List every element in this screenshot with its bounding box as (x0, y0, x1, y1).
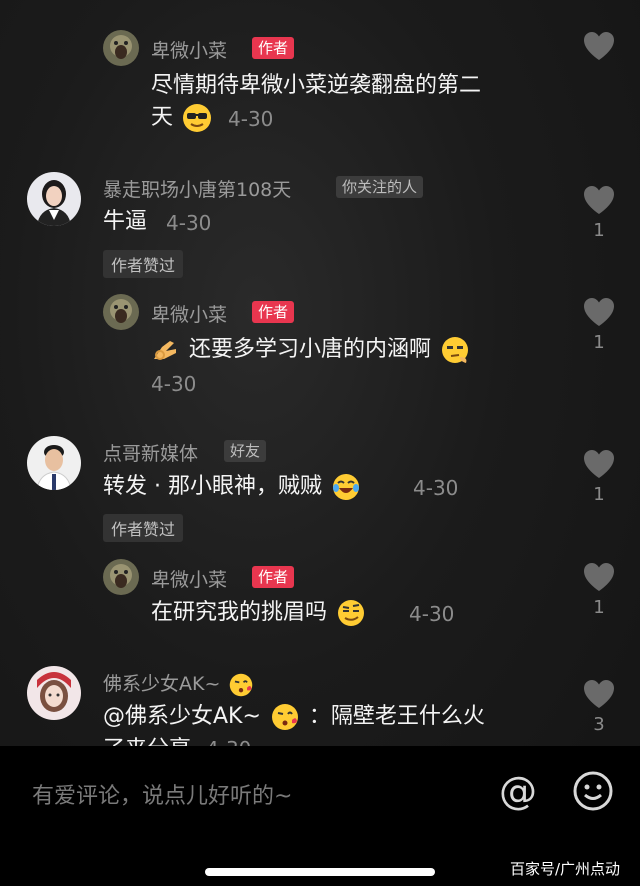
comment-date: 4-30 (228, 107, 274, 131)
mention-text[interactable]: @佛系少女AK~ (103, 704, 261, 729)
smile-icon[interactable] (572, 770, 614, 812)
comment-text-line: 天 (151, 105, 174, 130)
heart-icon[interactable] (582, 296, 616, 330)
username[interactable]: 点哥新媒体 (103, 439, 198, 466)
comment-date: 4-30 (151, 372, 197, 396)
comment-text-line: 了来分享 (103, 737, 191, 746)
comment-date: 4-30 (206, 737, 251, 746)
comment-input[interactable]: 有爱评论，说点儿好听的~ (32, 778, 292, 810)
avatar[interactable] (27, 666, 81, 720)
comment-text: 了来分享 4-30 (103, 733, 251, 746)
comment-text: 天 (151, 102, 214, 134)
avatar[interactable] (27, 172, 81, 226)
like-count: 1 (593, 220, 605, 241)
avatar[interactable] (27, 436, 81, 490)
thinking-emoji-icon (442, 337, 469, 363)
username-text: 佛系少女AK~ (103, 673, 221, 695)
username[interactable]: 卑微小菜 (151, 300, 227, 327)
comment-text: 还要多学习小唐的内涵啊 (148, 334, 472, 366)
laughing-tears-emoji-icon (332, 474, 359, 500)
author-liked-badge: 作者赞过 (103, 514, 184, 542)
heart-icon[interactable] (582, 561, 616, 595)
comment-date: 4-30 (166, 211, 212, 235)
like-count: 1 (593, 332, 605, 353)
comment-date: 4-30 (409, 602, 455, 626)
following-badge: 你关注的人 (336, 176, 424, 198)
avatar[interactable] (103, 30, 139, 66)
author-liked-badge: 作者赞过 (103, 250, 184, 278)
heart-icon[interactable] (582, 184, 616, 218)
at-icon[interactable]: @ (496, 770, 540, 814)
comment-list[interactable]: 卑微小菜 作者 尽情期待卑微小菜逆袭翻盘的第二 天 4-30 暴走职场小唐第10… (0, 0, 640, 746)
svg-text:@: @ (499, 770, 537, 813)
heart-icon[interactable] (582, 678, 616, 712)
cool-emoji-icon (183, 104, 212, 132)
avatar[interactable] (103, 559, 139, 595)
kiss-emoji-icon (230, 673, 253, 696)
comment-text-line: 转发 · 那小眼神，贼贼 (103, 474, 322, 499)
home-indicator[interactable] (205, 868, 435, 876)
author-badge: 作者 (252, 301, 295, 323)
comment-text-line: 还要多学习小唐的内涵啊 (189, 337, 432, 362)
author-badge: 作者 (252, 566, 295, 588)
comment-input-bar: 有爱评论，说点儿好听的~ @ 百家号/广州点动 (0, 746, 640, 886)
username[interactable]: 卑微小菜 (151, 565, 227, 592)
username[interactable]: 卑微小菜 (151, 36, 227, 63)
comment-text: 转发 · 那小眼神，贼贼 (103, 471, 363, 503)
kiss-emoji-icon (271, 704, 298, 730)
comment-text: 牛逼 (103, 209, 148, 234)
smirk-emoji-icon (338, 600, 365, 626)
comment-text-line: ：隔壁老王什么火 (308, 704, 485, 729)
ok-hand-emoji-icon (154, 341, 176, 360)
comment-text-line: 尽情期待卑微小菜逆袭翻盘的第二 (151, 73, 482, 98)
comment-date: 4-30 (413, 476, 459, 500)
watermark: 百家号/广州点动 (510, 860, 621, 878)
author-badge: 作者 (252, 37, 295, 59)
heart-icon[interactable] (582, 448, 616, 482)
comment-text: 在研究我的挑眉吗 (151, 597, 368, 629)
username[interactable]: 暴走职场小唐第108天 (103, 175, 291, 202)
like-count: 1 (593, 484, 605, 505)
like-count: 3 (593, 714, 605, 735)
like-count: 1 (593, 597, 605, 618)
avatar[interactable] (103, 294, 139, 330)
heart-icon[interactable] (582, 30, 616, 64)
comment-text: @佛系少女AK~ ：隔壁老王什么火 (103, 701, 485, 733)
username[interactable]: 佛系少女AK~ (103, 669, 256, 698)
comment-text: 尽情期待卑微小菜逆袭翻盘的第二 (151, 70, 481, 102)
friend-badge: 好友 (224, 440, 267, 462)
comment-text-line: 在研究我的挑眉吗 (151, 600, 328, 625)
